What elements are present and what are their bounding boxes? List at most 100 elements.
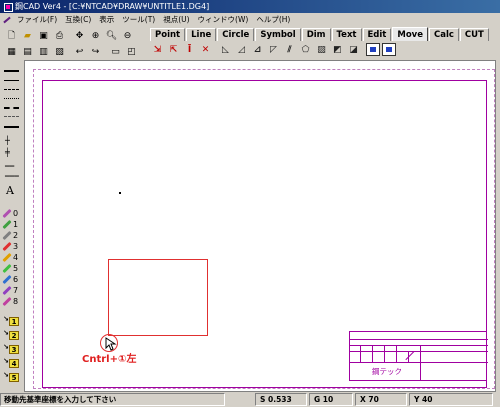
frame-icon[interactable]: ◰ [124,44,139,59]
scale-100-icon[interactable]: ▁▁ [5,160,14,167]
shortcut-annotation: Cntrl+①左 [82,354,137,365]
layer-arrow-icon: ↘ [3,329,9,337]
pen-8[interactable]: 8 [2,296,22,306]
tab-cut[interactable]: CUT [459,28,489,41]
origin-point [119,192,121,194]
stretch-icon[interactable]: ⊿ [250,42,265,57]
menu-help[interactable]: ヘルプ(H) [252,14,294,25]
pen-icon [2,219,12,229]
pen-icon [2,252,12,262]
toolbar-second: ▦ ▤ ▥ ▧ ↩ ↪ ▭ ◰ [4,43,140,60]
layer-4[interactable]: ↘ 4 [3,357,20,368]
pen-4[interactable]: 4 [2,252,22,262]
line-chain[interactable] [4,116,19,117]
line-width[interactable] [4,126,19,128]
layer-arrow-icon: ↘ [3,357,9,365]
scale-10-icon[interactable]: ╪ [5,148,10,157]
line-solid[interactable] [4,80,19,81]
pen-icon [2,230,12,240]
tab-edit[interactable]: Edit [362,28,392,41]
move-commands: ⇲ ⇱ Ī ✕ ◺ ◿ ⊿ ◸ ⫽ ⬠ ▨ ◩ ◪ [150,41,398,58]
line-dash-dot[interactable] [4,107,19,109]
left-toolbar: ┼ ╪ ▁▁ ▁▁▁ A 0 1 2 3 4 5 6 7 8 ↘ 1 ↘ 2 ↘ 3 … [0,60,23,390]
print-icon[interactable]: ⎙ [52,28,67,43]
trim-icon[interactable]: ◩ [330,42,345,57]
tab-dim[interactable]: Dim [301,28,331,41]
line-dotted[interactable] [4,98,19,99]
redo-icon[interactable]: ↪ [88,44,103,59]
status-bar: 移動先基準座標を入力して下さい S 0.533 G 10 X 70 Y 40 [0,392,500,407]
app-icon [3,2,13,12]
shift-icon[interactable]: ▨ [314,42,329,57]
layer-arrow-icon: ↘ [3,315,9,323]
title-block: 鋼テック [349,331,488,381]
layer-5[interactable]: ↘ 5 [3,371,20,382]
tab-calc[interactable]: Calc [428,28,459,41]
grid-icon[interactable]: ▥ [36,44,51,59]
layer-arrow-icon: ↘ [3,371,9,379]
menu-file[interactable]: ファイル(F) [13,14,61,25]
pen-icon [2,263,12,273]
copy-icon[interactable]: ⇲ [150,42,165,57]
pan-icon[interactable]: ✥ [72,28,87,43]
menu-view[interactable]: 表示 [95,14,118,25]
paste-icon[interactable] [382,43,396,56]
offset-icon[interactable]: ◸ [266,42,281,57]
settings-icon[interactable]: ▧ [52,44,67,59]
zoom-out-icon[interactable]: ⊖ [120,28,135,43]
menu-compat[interactable]: 互換(C) [61,14,95,25]
layer-1[interactable]: ↘ 1 [3,315,20,326]
save-icon[interactable]: ▣ [36,28,51,43]
extend-icon[interactable]: ◪ [346,42,361,57]
line-dashed[interactable] [4,89,19,90]
tab-symbol[interactable]: Symbol [255,28,301,41]
tab-circle[interactable]: Circle [217,28,255,41]
scale-icon[interactable]: ◿ [234,42,249,57]
scale-1000-icon[interactable]: ▁▁▁ [5,170,19,177]
menu-viewpoint[interactable]: 視点(U) [159,14,193,25]
line-solid-thick[interactable] [4,70,19,72]
zoom-in-icon[interactable]: ⊕ [88,28,103,43]
delete-off-icon[interactable]: ✕ [198,42,213,57]
window-icon[interactable]: ▭ [108,44,123,59]
open-folder-icon[interactable]: ▰ [20,28,35,43]
pen-3[interactable]: 3 [2,241,22,251]
menu-window[interactable]: ウィンドウ(W) [194,14,253,25]
mouse-cursor-icon [105,337,117,351]
window-titlebar[interactable]: 鋼CAD Ver4 - [C:¥NTCAD¥DRAW¥UNTITLE1.DG4] [0,0,500,13]
pen-1[interactable]: 1 [2,219,22,229]
layer-2[interactable]: ↘ 2 [3,329,20,340]
status-grid: G 10 [309,393,353,406]
rotate-icon[interactable]: ◺ [218,42,233,57]
move-icon[interactable]: ⇱ [166,42,181,57]
pen-2[interactable]: 2 [2,230,22,240]
block-icon[interactable] [366,43,380,56]
undo-icon[interactable]: ↩ [72,44,87,59]
layer-3[interactable]: ↘ 3 [3,343,20,354]
tab-text[interactable]: Text [331,28,362,41]
tab-line[interactable]: Line [186,28,217,41]
window-title: 鋼CAD Ver4 - [C:¥NTCAD¥DRAW¥UNTITLE1.DG4] [15,2,210,11]
status-scale: S 0.533 [255,393,307,406]
pen-5[interactable]: 5 [2,263,22,273]
save-as-icon[interactable]: ▤ [20,44,35,59]
zoom-icon[interactable]: 🔍︎ [104,28,119,43]
menu-tool[interactable]: ツール(T) [118,14,159,25]
pen-icon [2,274,12,284]
pen-icon [2,285,12,295]
text-tool-icon[interactable]: A [6,184,14,197]
array-icon[interactable]: ⬠ [298,42,313,57]
new-file-icon[interactable]: 🗋 [4,28,19,43]
layer-setup-icon[interactable]: ▦ [4,44,19,59]
scale-1-icon[interactable]: ┼ [5,136,10,145]
pen-icon [2,241,12,251]
mirror-icon[interactable]: Ī [182,42,197,57]
pen-6[interactable]: 6 [2,274,22,284]
parallel-icon[interactable]: ⫽ [282,42,297,57]
pen-7[interactable]: 7 [2,285,22,295]
tab-move[interactable]: Move [392,27,428,41]
selected-rectangle[interactable] [108,259,208,336]
tab-point[interactable]: Point [150,28,186,41]
pen-0[interactable]: 0 [2,208,22,218]
drawing-canvas[interactable]: Cntrl+①左 鋼テック [24,60,496,392]
